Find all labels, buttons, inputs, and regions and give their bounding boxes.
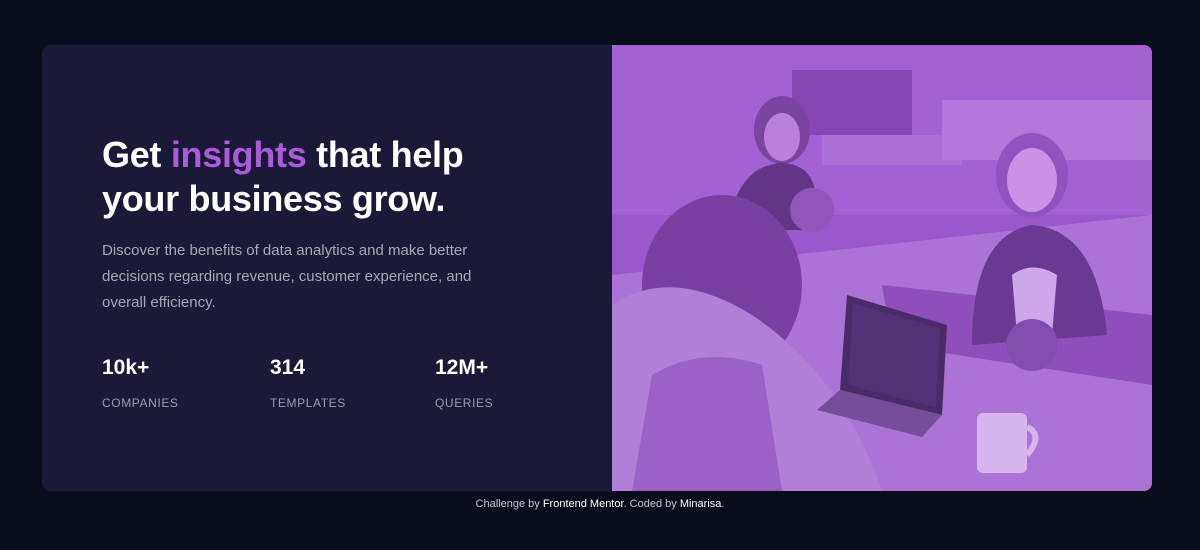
- stat-label: QUERIES: [435, 396, 494, 410]
- stats-row: 10k+ COMPANIES 314 TEMPLATES 12M+ QUERIE…: [102, 356, 555, 410]
- headline-accent: insights: [170, 134, 307, 175]
- attribution-middle: . Coded by: [623, 498, 680, 510]
- headline: Get insights that help your business gro…: [102, 133, 522, 221]
- hero-image: [612, 45, 1152, 491]
- stat-queries: 12M+ QUERIES: [435, 356, 555, 410]
- headline-start: Get: [102, 134, 171, 175]
- office-photo-illustration: [612, 45, 1152, 491]
- attribution-suffix: .: [721, 498, 725, 510]
- stat-companies: 10k+ COMPANIES: [102, 356, 270, 410]
- card-content: Get insights that help your business gro…: [102, 133, 522, 316]
- stat-value: 12M+: [435, 356, 489, 379]
- attribution: Challenge by Frontend Mentor. Coded by M…: [0, 497, 1200, 511]
- description: Discover the benefits of data analytics …: [102, 242, 472, 311]
- stats-preview-card: Get insights that help your business gro…: [42, 45, 1152, 491]
- attribution-prefix: Challenge by: [475, 498, 543, 510]
- stat-value: 10k+: [102, 356, 150, 379]
- stat-label: COMPANIES: [102, 396, 179, 410]
- author-link[interactable]: Minarisa: [680, 498, 722, 510]
- stat-templates: 314 TEMPLATES: [270, 356, 435, 410]
- frontend-mentor-link[interactable]: Frontend Mentor: [543, 498, 624, 510]
- stat-value: 314: [270, 356, 306, 379]
- stat-label: TEMPLATES: [270, 396, 346, 410]
